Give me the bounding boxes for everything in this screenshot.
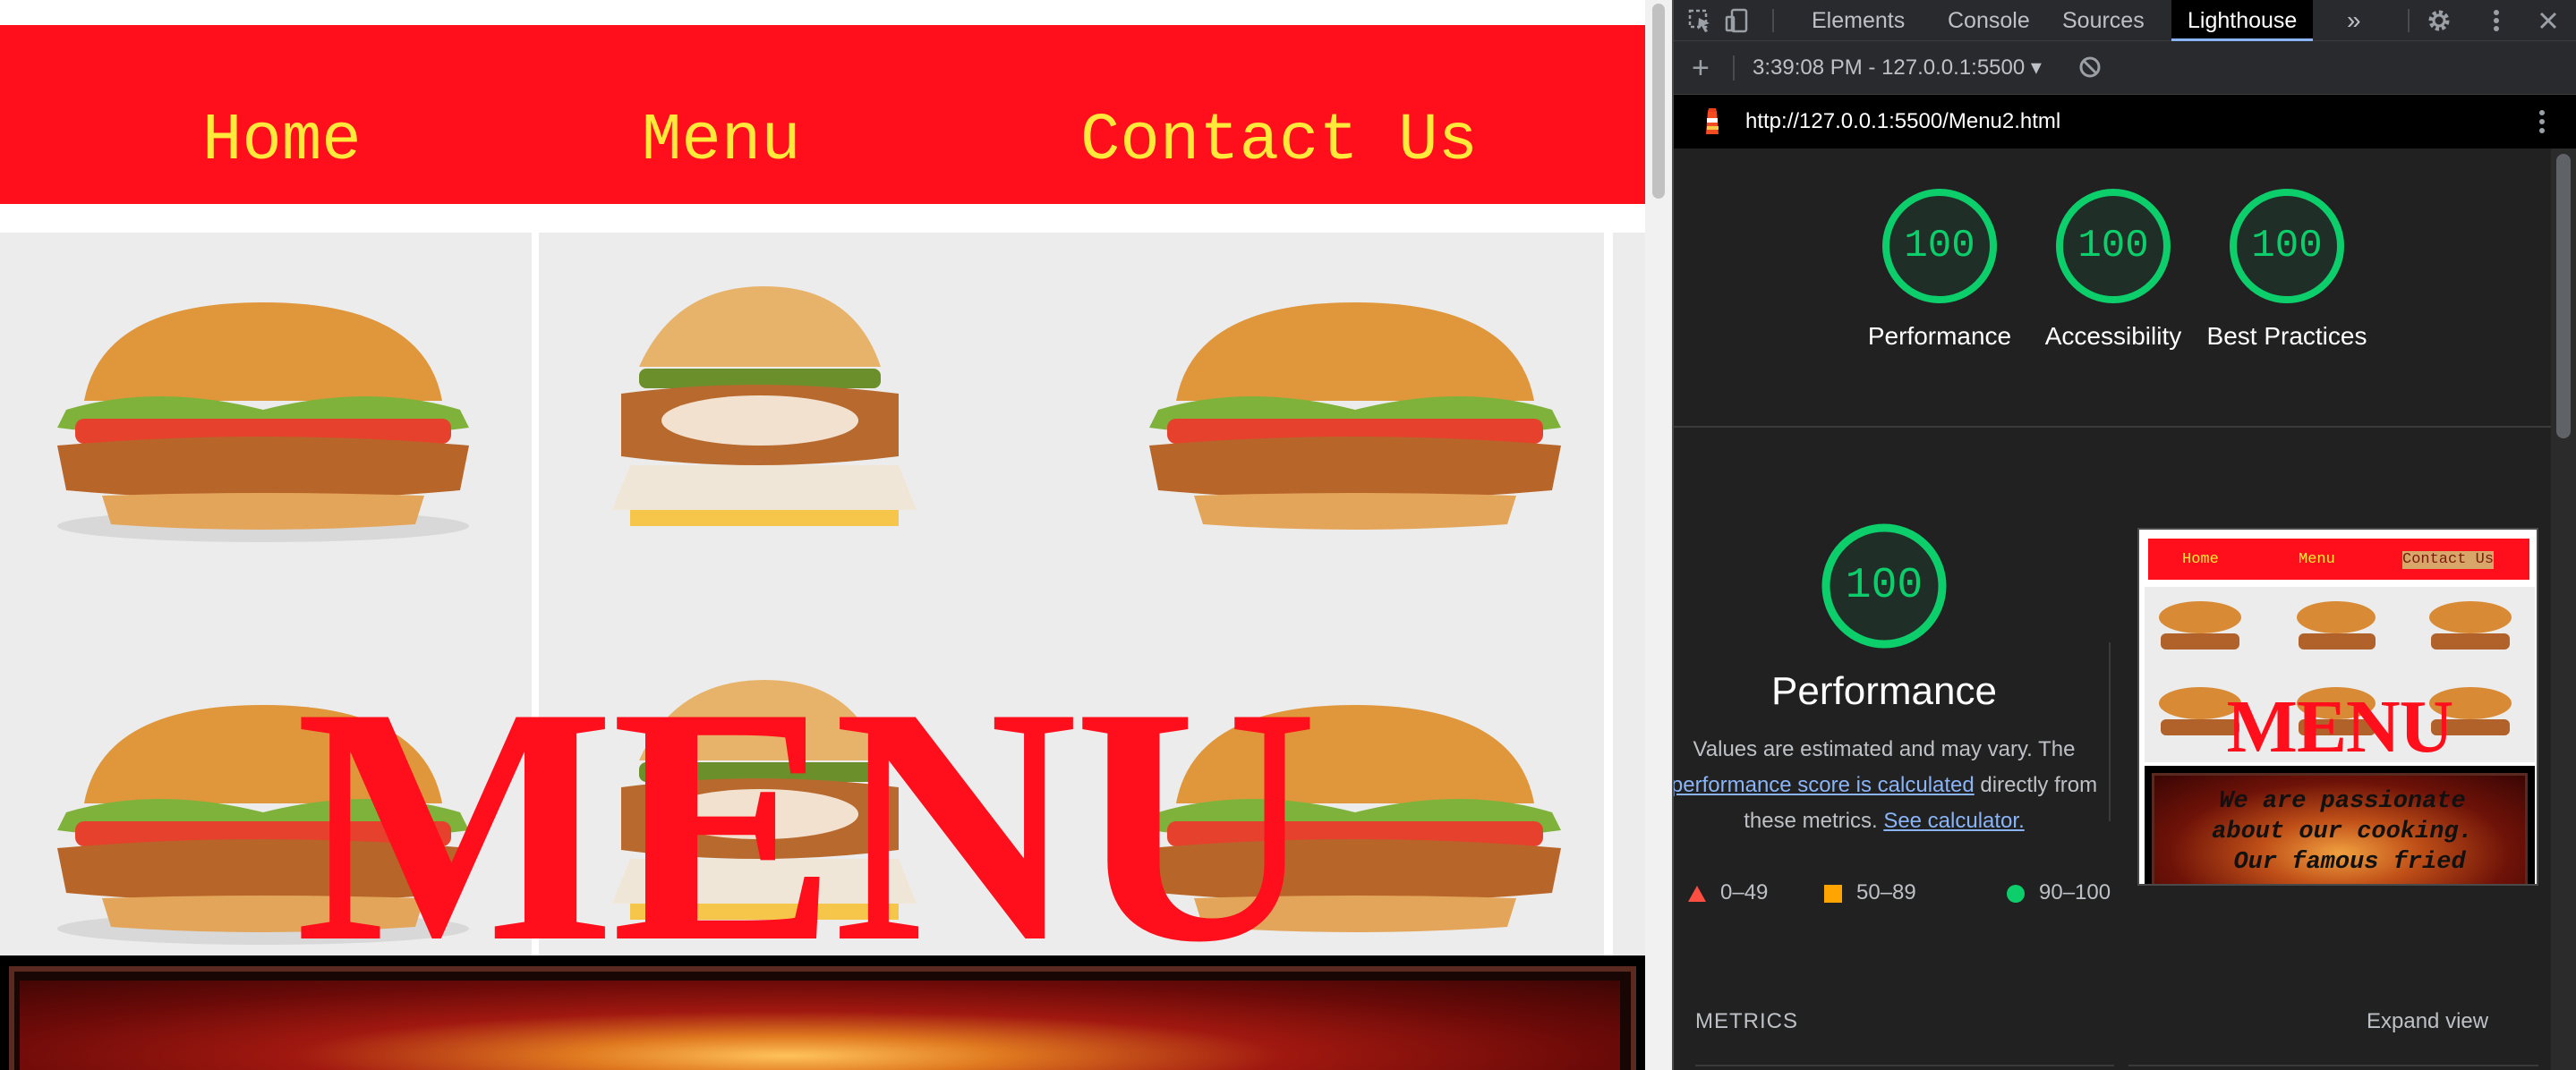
lighthouse-url-bar: http://127.0.0.1:5500/Menu2.html bbox=[1674, 95, 2576, 149]
nav-link-contact[interactable]: Contact Us bbox=[1080, 104, 1478, 179]
scrollbar-thumb[interactable] bbox=[1652, 4, 1665, 199]
nav-link-home[interactable]: Home bbox=[202, 104, 362, 179]
performance-detail-gauge: 100 bbox=[1819, 521, 1949, 651]
legend-average-label: 50–89 bbox=[1856, 880, 1916, 904]
report-url: http://127.0.0.1:5500/Menu2.html bbox=[1745, 109, 2061, 133]
legend-fail: 0–49 bbox=[1688, 875, 1768, 911]
report-menu-kebab-icon[interactable] bbox=[2538, 106, 2546, 138]
thumb-nav-home: Home bbox=[2182, 551, 2219, 568]
metrics-divider bbox=[2128, 1065, 2538, 1066]
performance-description: Values are estimated and may vary. The p… bbox=[1674, 732, 2100, 839]
section-divider bbox=[1674, 426, 2551, 428]
tab-elements[interactable]: Elements bbox=[1796, 0, 1921, 41]
triangle-icon bbox=[1688, 885, 1706, 902]
final-screenshot-thumbnail[interactable]: Home Menu Contact Us MENU We are passion… bbox=[2137, 528, 2538, 886]
report-scrollbar[interactable] bbox=[2551, 149, 2576, 1070]
accessibility-label: Accessibility bbox=[2044, 322, 2182, 350]
see-calculator-link[interactable]: See calculator. bbox=[1883, 809, 2024, 833]
thumb-menu-title: MENU bbox=[2226, 685, 2454, 763]
accessibility-score-gauge[interactable]: 100 bbox=[2053, 186, 2173, 306]
tab-console[interactable]: Console bbox=[1932, 0, 2046, 41]
menu-hero-title: MENU bbox=[295, 637, 1318, 956]
legend-pass: 90–100 bbox=[2007, 875, 2111, 911]
legend-average: 50–89 bbox=[1824, 875, 1916, 911]
toolbar-divider bbox=[1772, 9, 1774, 32]
desc-text: Values are estimated and may vary. The bbox=[1693, 737, 2076, 761]
report-select-dropdown[interactable]: 3:39:08 PM - 127.0.0.1:5500 ▾ bbox=[1753, 54, 2042, 82]
burger-image bbox=[57, 302, 469, 542]
lighthouse-logo-icon bbox=[1699, 107, 1726, 138]
kebab-menu-icon[interactable] bbox=[2483, 7, 2510, 34]
clear-block-icon[interactable] bbox=[2077, 54, 2103, 81]
metrics-divider bbox=[1695, 1065, 2114, 1066]
performance-label: Performance bbox=[1867, 322, 2012, 350]
thumb-about-background: We are passionate about our cooking. Our… bbox=[2152, 773, 2528, 884]
about-background-image bbox=[20, 981, 1620, 1070]
new-report-button[interactable]: + bbox=[1692, 50, 1710, 86]
devtools-tab-bar: Elements Console Sources Lighthouse » bbox=[1674, 0, 2576, 41]
thumb-about-section: We are passionate about our cooking. Our… bbox=[2145, 766, 2535, 884]
report-scrollbar-thumb[interactable] bbox=[2556, 154, 2571, 438]
devtools-panel: Elements Console Sources Lighthouse » + … bbox=[1674, 0, 2576, 1070]
inspect-icon[interactable] bbox=[1686, 7, 1713, 34]
chicken-sandwich-image bbox=[612, 286, 917, 526]
lighthouse-report: 100 Performance 100 Accessibility 100 Be… bbox=[1674, 149, 2576, 1070]
settings-gear-icon[interactable] bbox=[2426, 7, 2452, 34]
performance-score: 100 bbox=[1904, 224, 1975, 268]
best-practices-score: 100 bbox=[2251, 224, 2323, 268]
circle-icon bbox=[2007, 884, 2025, 903]
metrics-heading: METRICS bbox=[1695, 1009, 1798, 1033]
expand-view-toggle[interactable]: Expand view bbox=[2367, 1004, 2488, 1040]
device-toggle-icon[interactable] bbox=[1724, 7, 1751, 34]
accessibility-score: 100 bbox=[2077, 224, 2149, 268]
page-scrollbar[interactable] bbox=[1645, 0, 1672, 1070]
site-nav-bar: Home Menu Contact Us bbox=[0, 25, 1645, 204]
tab-sources[interactable]: Sources bbox=[2046, 0, 2161, 41]
thumb-about-text: We are passionate about our cooking. Our… bbox=[2212, 788, 2473, 876]
lighthouse-toolbar: + 3:39:08 PM - 127.0.0.1:5500 ▾ bbox=[1674, 41, 2576, 95]
web-page-viewport: Home Menu Contact Us MENU bbox=[0, 0, 1645, 1070]
thumb-gallery: MENU bbox=[2145, 587, 2535, 762]
toolbar-divider bbox=[2408, 9, 2410, 32]
close-icon[interactable] bbox=[2535, 7, 2562, 34]
score-legend: 0–49 50–89 90–100 bbox=[1688, 875, 2136, 911]
nav-link-menu[interactable]: Menu bbox=[642, 104, 801, 179]
tab-lighthouse[interactable]: Lighthouse bbox=[2171, 0, 2314, 41]
square-icon bbox=[1824, 884, 1842, 903]
more-tabs-chevron-icon[interactable]: » bbox=[2331, 0, 2377, 41]
legend-fail-label: 0–49 bbox=[1720, 880, 1769, 904]
burger-image-gallery: MENU bbox=[0, 233, 1645, 955]
about-section bbox=[0, 955, 1645, 1070]
vertical-divider bbox=[2109, 642, 2111, 821]
burger-image bbox=[1149, 302, 1561, 530]
legend-pass-label: 90–100 bbox=[2039, 880, 2111, 904]
best-practices-score-gauge[interactable]: 100 bbox=[2227, 186, 2347, 306]
score-calculated-link[interactable]: performance score is calculated bbox=[1674, 773, 1975, 797]
toolbar-divider bbox=[1733, 55, 1735, 81]
best-practices-label: Best Practices bbox=[2206, 322, 2367, 350]
thumb-nav-menu: Menu bbox=[2299, 551, 2335, 568]
thumb-nav-contact: Contact Us bbox=[2402, 551, 2495, 569]
performance-title: Performance bbox=[1771, 669, 1997, 713]
thumb-nav-bar: Home Menu Contact Us bbox=[2148, 539, 2529, 580]
performance-detail-score: 100 bbox=[1845, 562, 1923, 610]
performance-score-gauge[interactable]: 100 bbox=[1880, 186, 2000, 306]
